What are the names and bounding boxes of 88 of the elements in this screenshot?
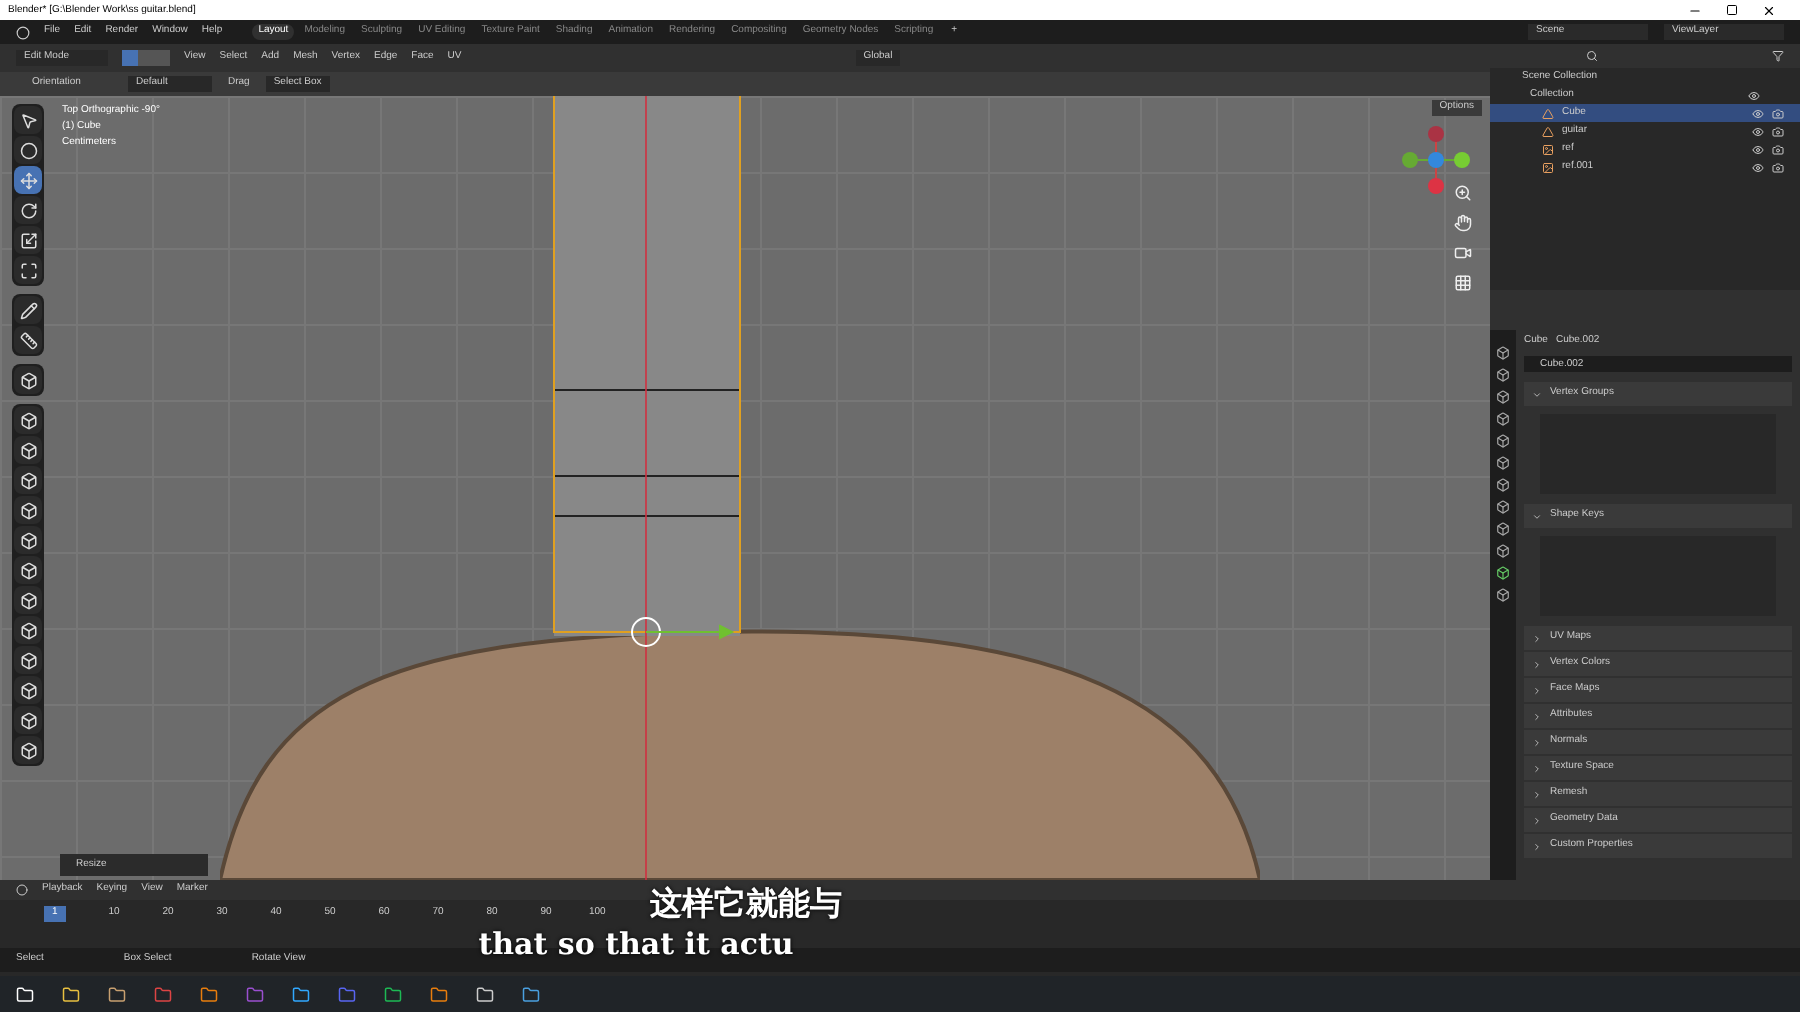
properties-tab-icon[interactable]	[1496, 368, 1510, 382]
tool-button[interactable]	[14, 646, 42, 674]
subtitle-text: that so that it actu	[478, 924, 794, 964]
tool-button[interactable]	[14, 296, 42, 324]
tool-icon	[19, 231, 37, 249]
chevron-icon	[1532, 763, 1542, 773]
chevron-icon	[1532, 511, 1542, 521]
tool-icon	[19, 261, 37, 279]
tool-button[interactable]	[14, 106, 42, 134]
tool-button[interactable]	[14, 436, 42, 464]
properties-tab-icon[interactable]	[1496, 588, 1510, 602]
filter-icon[interactable]	[1772, 50, 1784, 62]
camera-icon[interactable]	[1454, 244, 1472, 262]
tool-icon	[19, 651, 37, 669]
tool-icon	[19, 711, 37, 729]
taskbar-app-icon[interactable]	[292, 985, 310, 1003]
render-icon[interactable]	[1772, 107, 1784, 119]
visibility-icon[interactable]	[1748, 89, 1760, 101]
tool-icon	[19, 171, 37, 189]
chevron-icon	[1532, 737, 1542, 747]
visibility-icon[interactable]	[1752, 125, 1764, 137]
chevron-icon	[1532, 633, 1542, 643]
visibility-icon[interactable]	[1752, 161, 1764, 173]
properties-tab-icon[interactable]	[1496, 456, 1510, 470]
tool-icon	[19, 301, 37, 319]
tool-icon	[19, 411, 37, 429]
navigation-gizmo-drawing[interactable]	[1400, 124, 1472, 196]
tool-button[interactable]	[14, 226, 42, 254]
taskbar-app-icon[interactable]	[62, 985, 80, 1003]
chevron-icon	[1532, 711, 1542, 721]
properties-tab-icon[interactable]	[1496, 412, 1510, 426]
tool-button[interactable]	[14, 736, 42, 764]
properties-tab-icon[interactable]	[1496, 346, 1510, 360]
properties-tab-icon[interactable]	[1496, 500, 1510, 514]
tool-icon	[19, 371, 37, 389]
tool-button[interactable]	[14, 326, 42, 354]
tool-button[interactable]	[14, 706, 42, 734]
chevron-icon	[1532, 685, 1542, 695]
properties-tab-icon[interactable]	[1496, 544, 1510, 558]
grid-icon[interactable]	[1454, 274, 1472, 292]
tool-icon	[19, 561, 37, 579]
tool-button[interactable]	[14, 166, 42, 194]
tool-button[interactable]	[14, 196, 42, 224]
properties-tab-icon[interactable]	[1496, 478, 1510, 492]
chevron-icon	[1532, 841, 1542, 851]
tool-icon	[19, 331, 37, 349]
tool-button[interactable]	[14, 556, 42, 584]
render-icon[interactable]	[1772, 143, 1784, 155]
maximize-icon[interactable]	[1726, 3, 1738, 15]
tool-button[interactable]	[14, 256, 42, 284]
tool-icon	[19, 621, 37, 639]
tool-icon	[19, 501, 37, 519]
zoom-icon[interactable]	[1454, 184, 1472, 202]
tool-button[interactable]	[14, 526, 42, 554]
tool-button[interactable]	[14, 406, 42, 434]
tool-button[interactable]	[14, 136, 42, 164]
tool-icon	[19, 741, 37, 759]
tool-button[interactable]	[14, 676, 42, 704]
chevron-icon	[1532, 789, 1542, 799]
hand-icon[interactable]	[1454, 214, 1472, 232]
chevron-icon	[1532, 659, 1542, 669]
taskbar-app-icon[interactable]	[384, 985, 402, 1003]
tool-icon	[19, 681, 37, 699]
close-icon[interactable]	[1762, 3, 1776, 17]
tool-icon	[19, 471, 37, 489]
properties-tab-icon[interactable]	[1496, 434, 1510, 448]
render-icon[interactable]	[1772, 161, 1784, 173]
tool-icon	[19, 591, 37, 609]
properties-tab-icon[interactable]	[1496, 566, 1510, 580]
render-icon[interactable]	[1772, 125, 1784, 137]
properties-tab-icon[interactable]	[1496, 390, 1510, 404]
tool-button[interactable]	[14, 616, 42, 644]
tool-icon	[19, 201, 37, 219]
search-icon[interactable]	[1586, 50, 1598, 62]
subtitle-text: 这样它就能与	[650, 884, 842, 924]
chevron-icon	[1532, 815, 1542, 825]
image-icon	[1542, 161, 1554, 173]
taskbar-app-icon[interactable]	[108, 985, 126, 1003]
properties-tab-icon[interactable]	[1496, 522, 1510, 536]
tool-icon	[19, 531, 37, 549]
tool-icon	[19, 441, 37, 459]
chevron-icon	[1532, 389, 1542, 399]
tool-button[interactable]	[14, 586, 42, 614]
visibility-icon[interactable]	[1752, 143, 1764, 155]
tool-button[interactable]	[14, 466, 42, 494]
tool-button[interactable]	[14, 496, 42, 524]
image-icon	[1542, 143, 1554, 155]
visibility-icon[interactable]	[1752, 107, 1764, 119]
